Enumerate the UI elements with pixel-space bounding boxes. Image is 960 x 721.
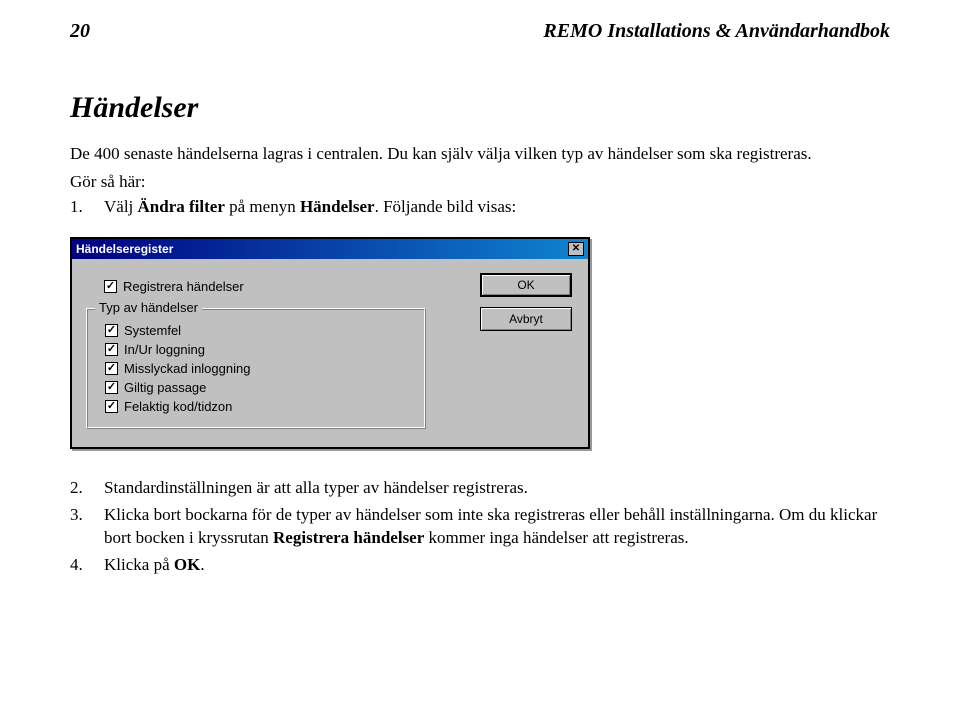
checkbox-giltig-passage[interactable]: Giltig passage xyxy=(105,380,415,395)
step-text: Klicka bort bockarna för de typer av hän… xyxy=(104,504,890,550)
step-3: 3. Klicka bort bockarna för de typer av … xyxy=(70,504,890,550)
checkbox-misslyckad-inloggning[interactable]: Misslyckad inloggning xyxy=(105,361,415,376)
checkbox-icon[interactable] xyxy=(105,343,118,356)
step-text: Välj Ändra filter på menyn Händelser. Fö… xyxy=(104,196,516,219)
step-number: 2. xyxy=(70,477,104,500)
step-text: Klicka på OK. xyxy=(104,554,205,577)
step-2: 2. Standardinställningen är att alla typ… xyxy=(70,477,890,500)
event-type-group: Typ av händelser Systemfel In/Ur loggnin… xyxy=(86,308,426,429)
step-number: 3. xyxy=(70,504,104,550)
cancel-button[interactable]: Avbryt xyxy=(480,307,572,331)
checkbox-systemfel[interactable]: Systemfel xyxy=(105,323,415,338)
section-heading: Händelser xyxy=(70,91,890,125)
close-icon[interactable]: ✕ xyxy=(568,242,584,256)
screenshot-dialog-wrap: Händelseregister ✕ OK Avbryt Registrera … xyxy=(70,237,890,449)
page-header: 20 REMO Installations & Användarhandbok xyxy=(70,20,890,43)
group-legend: Typ av händelser xyxy=(95,300,202,315)
step-number: 1. xyxy=(70,196,104,219)
checkbox-icon[interactable] xyxy=(105,324,118,337)
step-number: 4. xyxy=(70,554,104,577)
checkbox-icon[interactable] xyxy=(104,280,117,293)
step-text: Standardinställningen är att alla typer … xyxy=(104,477,528,500)
checkbox-label: Felaktig kod/tidzon xyxy=(124,399,232,414)
checkbox-label: Systemfel xyxy=(124,323,181,338)
checkbox-label: Misslyckad inloggning xyxy=(124,361,250,376)
checkbox-icon[interactable] xyxy=(105,400,118,413)
checkbox-label: Registrera händelser xyxy=(123,279,244,294)
checkbox-label: Giltig passage xyxy=(124,380,206,395)
checkbox-icon[interactable] xyxy=(105,362,118,375)
dialog-body: OK Avbryt Registrera händelser Typ av hä… xyxy=(72,259,588,447)
step-4: 4. Klicka på OK. xyxy=(70,554,890,577)
checkbox-in-ur-loggning[interactable]: In/Ur loggning xyxy=(105,342,415,357)
step-1: 1. Välj Ändra filter på menyn Händelser.… xyxy=(70,196,890,219)
checkbox-label: In/Ur loggning xyxy=(124,342,205,357)
howto-label: Gör så här: xyxy=(70,172,890,192)
page-number: 20 xyxy=(70,20,90,43)
intro-paragraph: De 400 senaste händelserna lagras i cent… xyxy=(70,143,890,166)
ok-button[interactable]: OK xyxy=(480,273,572,297)
checkbox-felaktig-kod[interactable]: Felaktig kod/tidzon xyxy=(105,399,415,414)
dialog-titlebar: Händelseregister ✕ xyxy=(72,239,588,259)
event-register-dialog: Händelseregister ✕ OK Avbryt Registrera … xyxy=(70,237,590,449)
dialog-title: Händelseregister xyxy=(76,242,173,256)
manual-title: REMO Installations & Användarhandbok xyxy=(543,20,890,43)
checkbox-icon[interactable] xyxy=(105,381,118,394)
